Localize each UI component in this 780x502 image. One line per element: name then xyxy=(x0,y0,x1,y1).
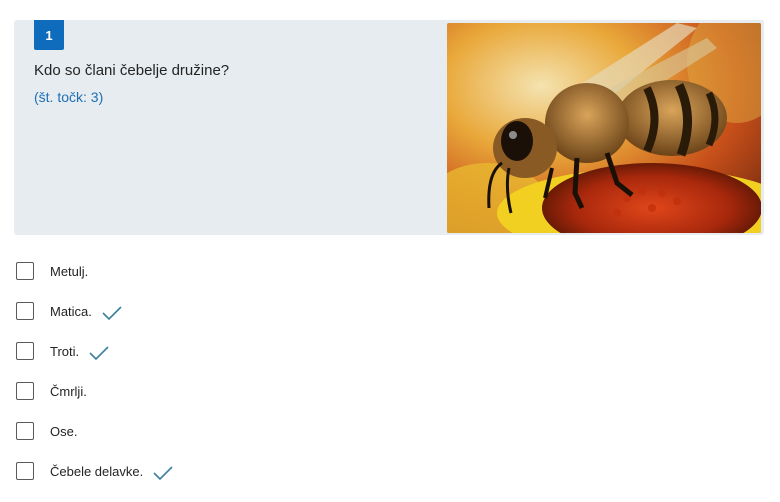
checkmark-icon xyxy=(153,466,173,481)
answer-checkbox[interactable] xyxy=(16,382,34,400)
answer-label: Matica. xyxy=(50,304,92,319)
answer-option[interactable]: Metulj. xyxy=(16,262,173,302)
answer-checkbox[interactable] xyxy=(16,342,34,360)
answer-options-list: Metulj. Matica. Troti. Čmrlji. Ose. Čebele de… xyxy=(16,262,173,502)
question-number-badge: 1 xyxy=(34,20,64,50)
answer-option[interactable]: Čebele delavke. xyxy=(16,462,173,502)
answer-option[interactable]: Ose. xyxy=(16,422,173,462)
answer-checkbox[interactable] xyxy=(16,422,34,440)
answer-option[interactable]: Troti. xyxy=(16,342,173,382)
answer-option[interactable]: Čmrlji. xyxy=(16,382,173,422)
answer-option[interactable]: Matica. xyxy=(16,302,173,342)
question-points: (št. točk: 3) xyxy=(34,89,104,105)
question-card: 1 Kdo so člani čebelje družine? (št. toč… xyxy=(14,20,764,235)
answer-checkbox[interactable] xyxy=(16,302,34,320)
bee-image xyxy=(447,23,761,233)
answer-label: Metulj. xyxy=(50,264,89,279)
question-text: Kdo so člani čebelje družine? xyxy=(34,62,230,79)
answer-label: Čmrlji. xyxy=(50,384,87,399)
answer-label: Čebele delavke. xyxy=(50,464,144,479)
checkmark-icon xyxy=(102,306,122,321)
checkmark-icon xyxy=(89,346,109,361)
answer-label: Ose. xyxy=(50,424,78,439)
answer-checkbox[interactable] xyxy=(16,462,34,480)
answer-label: Troti. xyxy=(50,344,80,359)
answer-checkbox[interactable] xyxy=(16,262,34,280)
